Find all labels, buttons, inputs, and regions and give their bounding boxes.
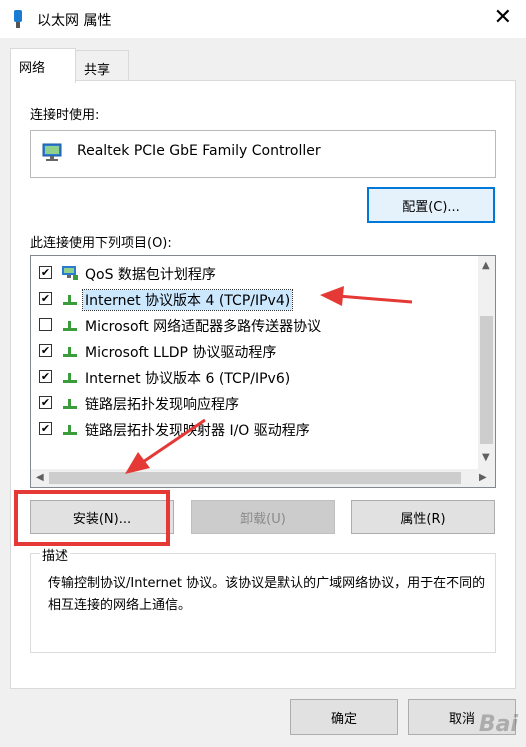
qos-icon: [62, 266, 78, 280]
list-item[interactable]: 链路层拓扑发现响应程序: [31, 390, 479, 416]
close-icon[interactable]: ✕: [494, 4, 512, 32]
list-item[interactable]: Internet 协议版本 6 (TCP/IPv6): [31, 364, 479, 390]
install-button[interactable]: 安装(N)...: [30, 500, 174, 534]
window-title: 以太网 属性: [37, 13, 112, 29]
item-label: QoS 数据包计划程序: [85, 267, 216, 283]
title-bar: 以太网 属性 ✕: [0, 0, 526, 38]
scroll-up-icon[interactable]: ▲: [482, 260, 490, 271]
protocol-icon: [63, 321, 77, 331]
list-item[interactable]: 链路层拓扑发现映射器 I/O 驱动程序: [31, 416, 479, 442]
description-legend: 描述: [40, 545, 71, 564]
scroll-right-icon[interactable]: ▶: [479, 472, 487, 483]
uninstall-button-label: 卸载(U): [240, 511, 286, 527]
adapter-name: Realtek PCIe GbE Family Controller: [77, 143, 321, 159]
tab-sharing-label: 共享: [84, 63, 111, 78]
protocol-icon: [63, 295, 77, 305]
protocol-icon: [63, 373, 77, 383]
connect-using-label: 连接时使用:: [30, 108, 100, 123]
scroll-down-icon[interactable]: ▼: [482, 452, 490, 463]
item-label: Internet 协议版本 4 (TCP/IPv4): [81, 289, 294, 311]
horizontal-scroll-thumb[interactable]: [49, 472, 461, 484]
adapter-box: Realtek PCIe GbE Family Controller: [30, 130, 496, 178]
protocol-icon: [63, 425, 77, 435]
item-label: Internet 协议版本 6 (TCP/IPv6): [85, 371, 291, 387]
items-list[interactable]: QoS 数据包计划程序 Internet 协议版本 4 (TCP/IPv4) M…: [30, 255, 496, 488]
item-checkbox[interactable]: [39, 396, 52, 409]
list-item[interactable]: QoS 数据包计划程序: [31, 260, 479, 286]
watermark: Bai: [478, 712, 518, 737]
cancel-button-label: 取消: [448, 711, 475, 727]
description-text: 传输控制协议/Internet 协议。该协议是默认的广域网络协议，用于在不同的相…: [48, 576, 486, 613]
tab-strip: 网络 共享: [10, 48, 516, 83]
properties-button[interactable]: 属性(R): [351, 500, 495, 534]
item-label: Microsoft LLDP 协议驱动程序: [85, 345, 277, 361]
item-label: 链路层拓扑发现映射器 I/O 驱动程序: [85, 423, 310, 439]
configure-button[interactable]: 配置(C)...: [367, 187, 495, 223]
protocol-icon: [63, 347, 77, 357]
item-checkbox[interactable]: [39, 344, 52, 357]
properties-button-label: 属性(R): [400, 511, 446, 527]
install-button-label: 安装(N)...: [72, 511, 132, 527]
item-checkbox[interactable]: [39, 422, 52, 435]
list-item[interactable]: Microsoft 网络适配器多路传送器协议: [31, 312, 479, 338]
horizontal-scrollbar[interactable]: ◀ ▶: [31, 469, 495, 487]
items-label: 此连接使用下列项目(O):: [30, 236, 172, 251]
network-adapter-icon: [42, 143, 62, 161]
item-checkbox[interactable]: [39, 292, 52, 305]
vertical-scroll-thumb[interactable]: [480, 316, 493, 444]
ok-button[interactable]: 确定: [290, 699, 398, 735]
item-label: 链路层拓扑发现响应程序: [85, 397, 239, 413]
configure-button-label: 配置(C)...: [402, 199, 460, 215]
item-label: Microsoft 网络适配器多路传送器协议: [85, 319, 322, 335]
protocol-icon: [63, 399, 77, 409]
item-checkbox[interactable]: [39, 266, 52, 279]
vertical-scrollbar[interactable]: ▲ ▼: [478, 256, 495, 469]
tab-network[interactable]: 网络: [10, 48, 76, 83]
scroll-left-icon[interactable]: ◀: [36, 472, 44, 483]
tab-network-label: 网络: [19, 61, 46, 76]
list-item[interactable]: Microsoft LLDP 协议驱动程序: [31, 338, 479, 364]
item-checkbox[interactable]: [39, 370, 52, 383]
list-item-selected[interactable]: Internet 协议版本 4 (TCP/IPv4): [31, 286, 479, 312]
tab-sharing[interactable]: 共享: [75, 50, 129, 82]
ok-button-label: 确定: [330, 711, 357, 727]
uninstall-button[interactable]: 卸载(U): [191, 500, 335, 534]
item-checkbox[interactable]: [39, 318, 52, 331]
network-icon: [14, 10, 22, 28]
